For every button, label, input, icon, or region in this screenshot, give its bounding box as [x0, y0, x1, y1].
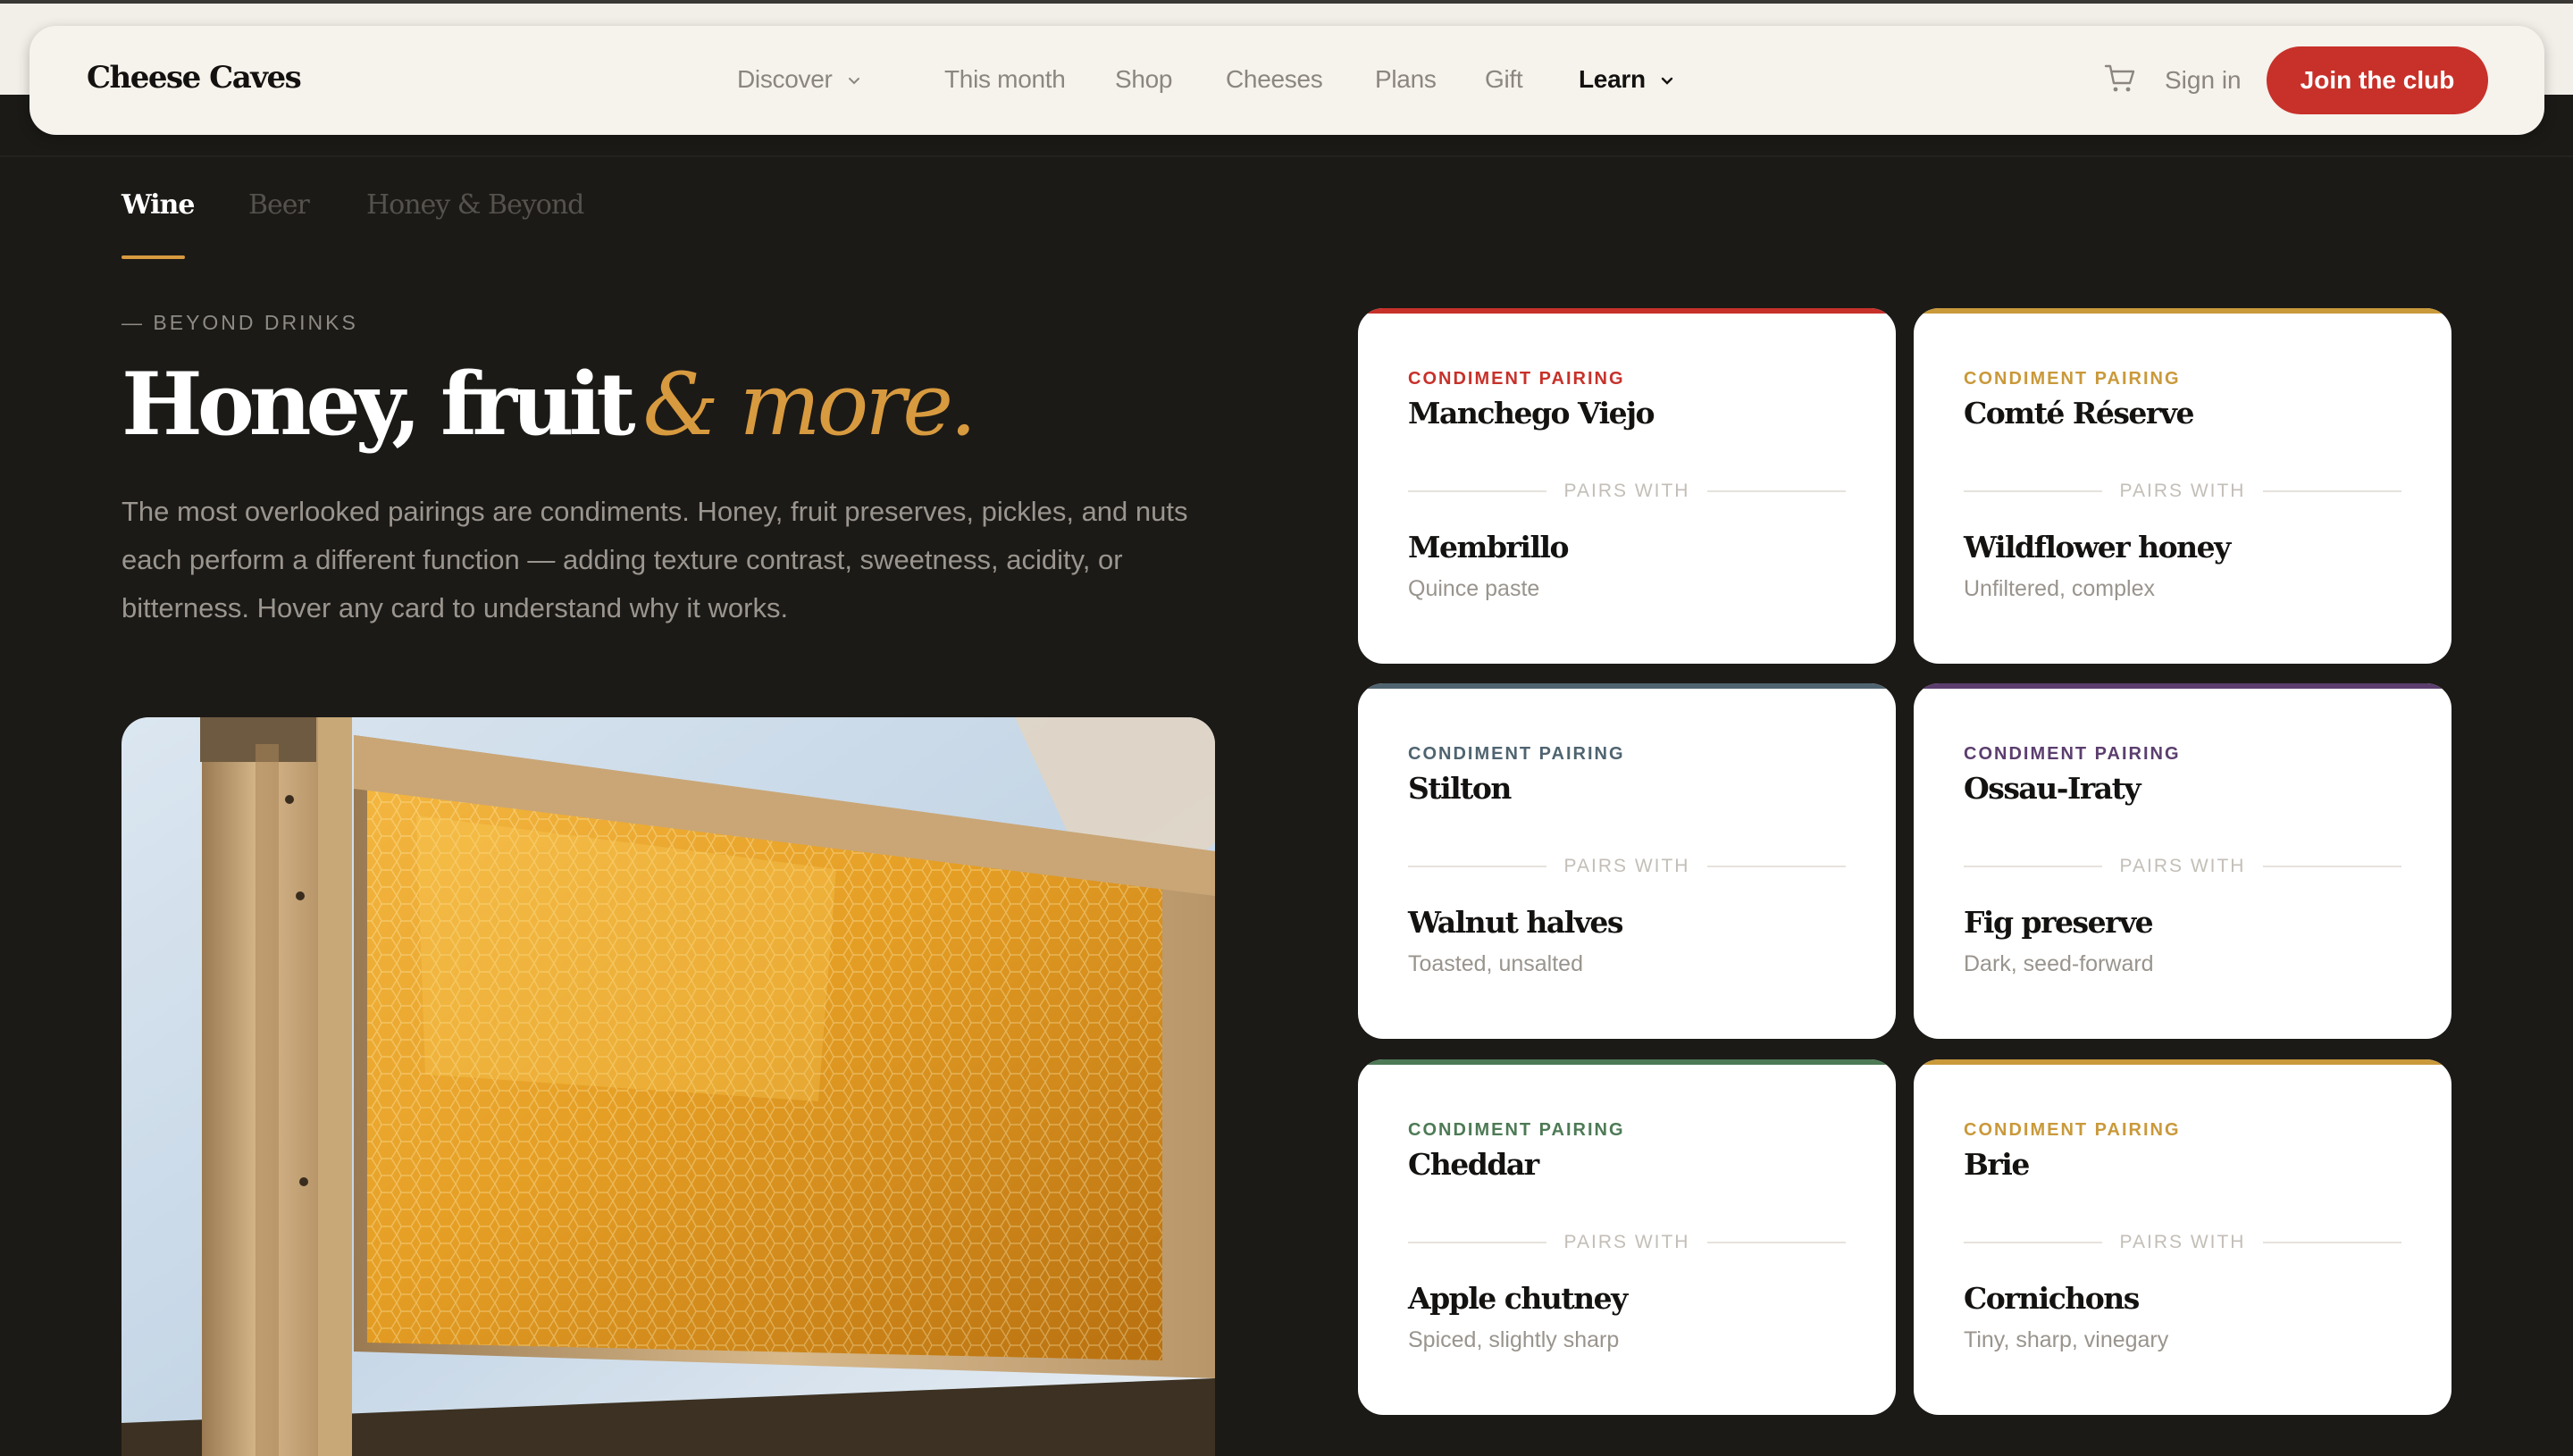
pairing-card[interactable]: CONDIMENT PAIRING Ossau-Iraty PAIRS WITH Fi… [1914, 683, 2451, 1039]
pairs-with-label: PAIRS WITH [1563, 856, 1690, 876]
card-pairing-name: Apple chutney [1408, 1281, 1628, 1316]
nav-link-label: Discover [737, 65, 833, 93]
card-accent-bar [1358, 308, 1896, 314]
active-tab-indicator [122, 255, 185, 259]
honeycomb-photo [122, 717, 1215, 1456]
nav-link-discover[interactable]: Discover [737, 65, 860, 94]
divider-line [1964, 490, 2102, 492]
nav-link-learn[interactable]: Learn [1579, 65, 1673, 94]
site-logo[interactable]: Cheese Caves [87, 60, 302, 96]
tab-beer[interactable]: Beer [248, 189, 310, 221]
headline-main: Honey, fruit [122, 354, 636, 455]
pairs-with-divider: PAIRS WITH [1408, 478, 1847, 505]
nav-link-shop[interactable]: Shop [1115, 65, 1173, 94]
section-eyebrow: — BEYOND DRINKS [122, 311, 358, 334]
pairs-with-label: PAIRS WITH [1563, 1232, 1690, 1252]
pairs-with-divider: PAIRS WITH [1964, 478, 2402, 505]
cart-icon[interactable] [2104, 63, 2136, 94]
card-pairing-description: Tiny, sharp, vinegary [1964, 1327, 2169, 1352]
card-kicker: CONDIMENT PAIRING [1408, 744, 1625, 764]
card-pairing-name: Walnut halves [1408, 905, 1624, 940]
card-accent-bar [1914, 308, 2451, 314]
card-pairing-description: Toasted, unsalted [1408, 951, 1583, 976]
divider-line [1964, 1242, 2102, 1243]
card-cheese-name: Comté Réserve [1964, 396, 2194, 431]
card-cheese-name: Stilton [1408, 771, 1512, 806]
pairing-card[interactable]: CONDIMENT PAIRING Brie PAIRS WITH Cornichon… [1914, 1059, 2451, 1415]
nav-link-plans[interactable]: Plans [1375, 65, 1437, 94]
pairing-card[interactable]: CONDIMENT PAIRING Stilton PAIRS WITH Walnut… [1358, 683, 1896, 1039]
card-accent-bar [1914, 1059, 2451, 1065]
card-cheese-name: Ossau-Iraty [1964, 771, 2141, 806]
card-pairing-name: Fig preserve [1964, 905, 2154, 940]
divider-line [1707, 1242, 1847, 1243]
divider-line [1707, 866, 1847, 867]
pairs-with-label: PAIRS WITH [2119, 856, 2246, 876]
card-kicker: CONDIMENT PAIRING [1408, 369, 1625, 389]
card-accent-bar [1914, 683, 2451, 689]
chevron-down-icon [849, 77, 859, 85]
pairs-with-label: PAIRS WITH [2119, 1232, 2246, 1252]
divider-line [2263, 1242, 2402, 1243]
nav-link-label: Learn [1579, 65, 1646, 93]
card-accent-bar [1358, 683, 1896, 689]
card-pairing-description: Unfiltered, complex [1964, 576, 2155, 601]
card-cheese-name: Cheddar [1408, 1147, 1539, 1182]
headline-accent: & more. [642, 355, 977, 455]
tab-wine[interactable]: Wine [122, 189, 195, 221]
divider-line [2263, 866, 2402, 867]
card-kicker: CONDIMENT PAIRING [1964, 1120, 2181, 1140]
card-kicker: CONDIMENT PAIRING [1964, 744, 2181, 764]
chevron-down-icon [1662, 77, 1673, 85]
divider-line [1964, 866, 2102, 867]
divider-line [1707, 490, 1847, 492]
header-divider [0, 155, 2573, 157]
pairs-with-divider: PAIRS WITH [1964, 853, 2402, 880]
card-pairing-description: Quince paste [1408, 576, 1540, 601]
tab-honey-beyond[interactable]: Honey & Beyond [366, 189, 584, 221]
sign-in-link[interactable]: Sign in [2165, 66, 2242, 95]
nav-link-cheeses[interactable]: Cheeses [1226, 65, 1323, 94]
card-pairing-name: Wildflower honey [1964, 530, 2231, 565]
card-kicker: CONDIMENT PAIRING [1964, 369, 2181, 389]
card-accent-bar [1358, 1059, 1896, 1065]
pairs-with-divider: PAIRS WITH [1964, 1229, 2402, 1256]
pairs-with-divider: PAIRS WITH [1408, 853, 1847, 880]
card-pairing-name: Cornichons [1964, 1281, 2140, 1316]
page-headline: Honey, fruit & more. [122, 354, 977, 455]
nav-link-gift[interactable]: Gift [1485, 65, 1523, 94]
pairs-with-label: PAIRS WITH [1563, 481, 1690, 501]
card-kicker: CONDIMENT PAIRING [1408, 1120, 1625, 1140]
card-pairing-description: Dark, seed-forward [1964, 951, 2154, 976]
divider-line [1408, 490, 1546, 492]
divider-line [2263, 490, 2402, 492]
pairing-card[interactable]: CONDIMENT PAIRING Manchego Viejo PAIRS WIT… [1358, 308, 1896, 664]
pairing-card[interactable]: CONDIMENT PAIRING Comté Réserve PAIRS WITH… [1914, 308, 2451, 664]
card-pairing-name: Membrillo [1408, 530, 1570, 565]
card-cheese-name: Brie [1964, 1147, 2030, 1182]
pairing-card[interactable]: CONDIMENT PAIRING Cheddar PAIRS WITH Apple … [1358, 1059, 1896, 1415]
card-pairing-description: Spiced, slightly sharp [1408, 1327, 1620, 1352]
divider-line [1408, 866, 1546, 867]
nav-link-this-month[interactable]: This month [944, 65, 1066, 94]
top-nav: Cheese Caves Discover This month Shop Ch… [29, 26, 2544, 135]
pairs-with-label: PAIRS WITH [2119, 481, 2246, 501]
card-cheese-name: Manchego Viejo [1408, 396, 1655, 431]
join-club-button[interactable]: Join the club [2267, 46, 2488, 114]
intro-paragraph: The most overlooked pairings are condime… [122, 496, 1188, 623]
divider-line [1408, 1242, 1546, 1243]
pairs-with-divider: PAIRS WITH [1408, 1229, 1847, 1256]
